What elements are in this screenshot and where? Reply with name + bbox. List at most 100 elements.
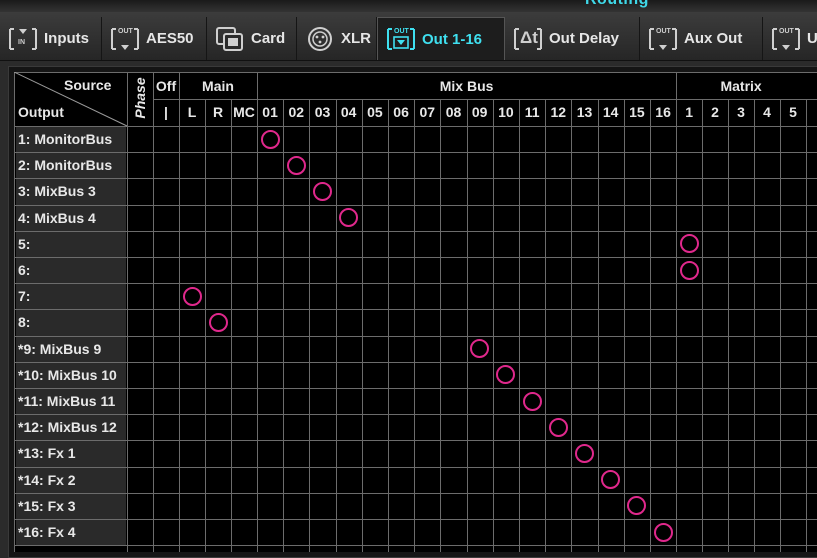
grid-line-horizontal <box>14 230 817 232</box>
corner-output-label: Output <box>18 104 64 120</box>
grid-line-vertical <box>754 99 755 552</box>
out-port-icon: OUT <box>648 25 678 53</box>
route-marker[interactable] <box>208 313 228 332</box>
grid-line-horizontal <box>14 283 817 285</box>
grid-line-horizontal <box>14 545 817 547</box>
grid-line-vertical <box>127 72 128 552</box>
window-title-strip: Routing <box>0 0 817 12</box>
output-row-label: *9: MixBus 9 <box>16 336 126 362</box>
tab-out-delay[interactable]: Δt Out Delay <box>505 17 640 60</box>
output-row-label: 1: MonitorBus <box>16 127 126 153</box>
column-header[interactable]: 13 <box>571 100 597 124</box>
corner-source-label: Source <box>64 77 112 93</box>
tab-icon-badge: OUT <box>779 27 794 35</box>
grid-line-vertical <box>519 99 520 552</box>
column-header[interactable]: 02 <box>283 100 309 124</box>
grid-line-horizontal <box>14 204 817 206</box>
phase-header-text: Phase <box>132 77 148 119</box>
route-marker[interactable] <box>496 365 516 385</box>
tab-inputs[interactable]: IN Inputs <box>0 17 102 60</box>
grid-line-horizontal <box>14 388 817 389</box>
route-marker[interactable] <box>339 208 359 228</box>
output-row-label: 7: <box>16 284 126 310</box>
column-header[interactable]: 4 <box>754 100 780 124</box>
route-marker[interactable] <box>548 417 568 437</box>
group-header-mix-bus: Mix Bus <box>439 78 494 94</box>
column-header[interactable]: 04 <box>336 100 362 124</box>
column-header[interactable]: 05 <box>362 100 388 124</box>
column-header[interactable]: 06 <box>388 100 414 124</box>
grid-line-horizontal <box>14 126 817 127</box>
grid-line-vertical <box>335 99 337 552</box>
route-marker[interactable] <box>575 444 594 463</box>
grid-line-horizontal <box>14 309 817 311</box>
delay-icon: Δt <box>513 25 543 53</box>
column-header[interactable]: 12 <box>545 100 571 124</box>
column-header[interactable]: 2 <box>702 100 728 124</box>
tab-label: Out 1-16 <box>422 30 483 48</box>
grid-line-vertical <box>597 99 599 552</box>
column-header[interactable]: MC <box>231 100 257 124</box>
column-header[interactable]: 01 <box>257 100 283 124</box>
route-marker[interactable] <box>286 155 306 175</box>
grid-line-vertical <box>309 99 311 552</box>
grid-line-vertical <box>571 99 573 552</box>
output-row-label: *13: Fx 1 <box>16 441 126 467</box>
card-icon <box>215 25 245 53</box>
column-header[interactable]: L <box>179 100 205 124</box>
output-row-label: *11: MixBus 11 <box>16 389 126 415</box>
grid-line-horizontal <box>14 519 817 520</box>
tab-out-1-16[interactable]: OUT Out 1-16 <box>377 17 505 60</box>
tab-xlr[interactable]: XLR <box>297 17 377 60</box>
output-row-label: 4: MixBus 4 <box>16 205 126 231</box>
grid-line-vertical <box>623 99 625 552</box>
routing-matrix: Source Output Phase Off | Main L R MC Mix Bus 01 02… <box>14 72 817 552</box>
group-header-main: Main <box>202 78 234 94</box>
route-marker[interactable] <box>182 286 202 306</box>
tab-aes50[interactable]: OUT AES50 <box>102 17 207 60</box>
column-header[interactable]: 11 <box>519 100 545 124</box>
grid-line-vertical <box>205 99 206 552</box>
tab-icon-badge: OUT <box>656 27 671 35</box>
grid-line-horizontal <box>14 257 817 258</box>
column-header[interactable]: 5 <box>780 100 806 124</box>
tab-icon-badge: Δt <box>520 27 538 47</box>
route-marker[interactable] <box>679 234 699 254</box>
grid-line-vertical <box>388 99 389 552</box>
column-header[interactable]: 03 <box>309 100 335 124</box>
column-header[interactable]: 07 <box>414 100 440 124</box>
column-header[interactable]: 1 <box>676 100 702 124</box>
route-marker[interactable] <box>313 182 332 201</box>
grid-line-horizontal <box>14 152 817 154</box>
route-marker[interactable] <box>627 496 647 516</box>
column-header[interactable]: 10 <box>493 100 519 124</box>
tab-label: U <box>807 30 817 47</box>
route-marker[interactable] <box>260 129 280 149</box>
tab-card[interactable]: Card <box>207 17 297 60</box>
grid-line-vertical <box>650 99 651 552</box>
route-marker[interactable] <box>522 391 542 411</box>
output-row-label: *15: Fx 3 <box>16 493 126 519</box>
output-row-label: *16: Fx 4 <box>16 520 126 546</box>
route-marker[interactable] <box>653 522 673 542</box>
column-header[interactable]: 09 <box>467 100 493 124</box>
column-header[interactable]: 15 <box>624 100 650 124</box>
route-marker[interactable] <box>679 260 699 280</box>
route-marker[interactable] <box>470 339 490 359</box>
tab-u[interactable]: OUT U <box>763 17 817 60</box>
tab-label: Out Delay <box>549 30 620 47</box>
route-marker[interactable] <box>601 470 621 490</box>
tab-label: Aux Out <box>684 30 743 47</box>
out-port-icon: OUT <box>110 25 140 53</box>
column-header[interactable]: 14 <box>598 100 624 124</box>
output-row-label: 2: MonitorBus <box>16 153 126 179</box>
grid-line-vertical <box>780 99 781 552</box>
column-header[interactable]: R <box>205 100 231 124</box>
column-header[interactable]: | <box>153 100 179 124</box>
column-header[interactable]: 08 <box>440 100 466 124</box>
grid-line-vertical <box>545 99 547 552</box>
tab-aux-out[interactable]: OUT Aux Out <box>640 17 763 60</box>
group-header-matrix: Matrix <box>720 78 762 94</box>
column-header[interactable]: 16 <box>650 100 676 124</box>
column-header[interactable]: 3 <box>728 100 754 124</box>
